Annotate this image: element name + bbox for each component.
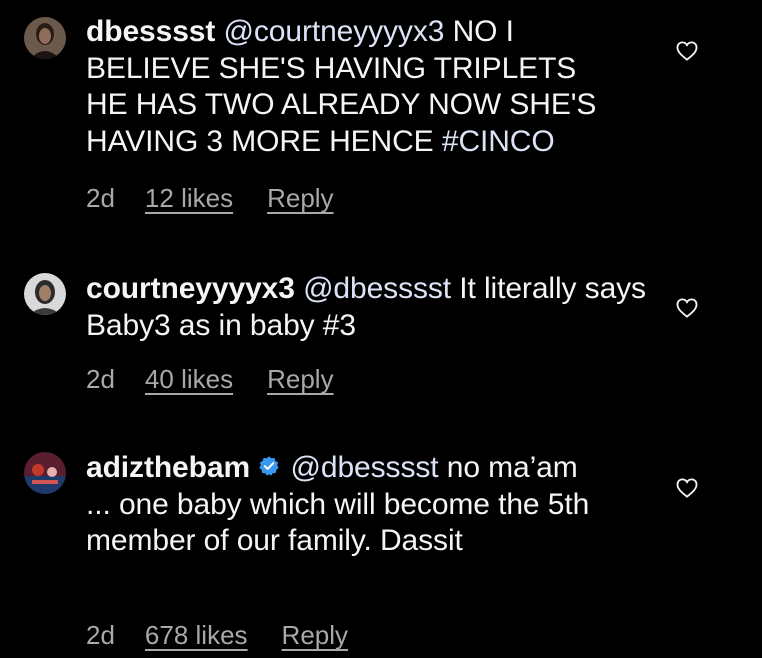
avatar-courtneyyyyx3[interactable]	[24, 273, 66, 315]
mention-link[interactable]: @courtneyyyyx3	[224, 15, 445, 48]
comment-meta: 2d 12 likes Reply	[86, 183, 334, 214]
comment-time: 2d	[86, 620, 115, 650]
comment-body: adizthebam @dbesssst no ma’am ... one ba…	[86, 450, 606, 560]
reply-button[interactable]: Reply	[282, 620, 348, 651]
avatar-dbesssst[interactable]	[24, 17, 66, 59]
comment-body: courtneyyyyx3 @dbesssst It literally say…	[86, 271, 646, 344]
likes-link[interactable]: 12 likes	[145, 183, 233, 214]
likes-link[interactable]: 678 likes	[145, 620, 248, 651]
avatar-image	[24, 452, 66, 494]
comment-meta: 2d 678 likes Reply	[86, 620, 348, 651]
username[interactable]: dbesssst	[86, 15, 215, 48]
likes-link[interactable]: 40 likes	[145, 364, 233, 395]
username[interactable]: adizthebam	[86, 451, 250, 484]
avatar-image	[24, 273, 66, 315]
comment-body: dbesssst @courtneyyyyx3 NO I BELIEVE SHE…	[86, 14, 606, 160]
mention-link[interactable]: @dbesssst	[303, 272, 451, 305]
verified-badge-icon	[259, 456, 279, 476]
reply-button[interactable]: Reply	[267, 364, 333, 395]
avatar-image	[24, 17, 66, 59]
avatar-adizthebam[interactable]	[24, 452, 66, 494]
heart-icon[interactable]	[676, 298, 698, 318]
reply-button[interactable]: Reply	[267, 183, 333, 214]
username[interactable]: courtneyyyyx3	[86, 272, 295, 305]
comment-meta: 2d 40 likes Reply	[86, 364, 334, 395]
comment-time: 2d	[86, 183, 115, 213]
heart-icon[interactable]	[676, 41, 698, 61]
heart-icon[interactable]	[676, 478, 698, 498]
comment-time: 2d	[86, 364, 115, 394]
mention-link[interactable]: @dbesssst	[291, 451, 439, 484]
hashtag-link[interactable]: #CINCO	[442, 125, 555, 158]
